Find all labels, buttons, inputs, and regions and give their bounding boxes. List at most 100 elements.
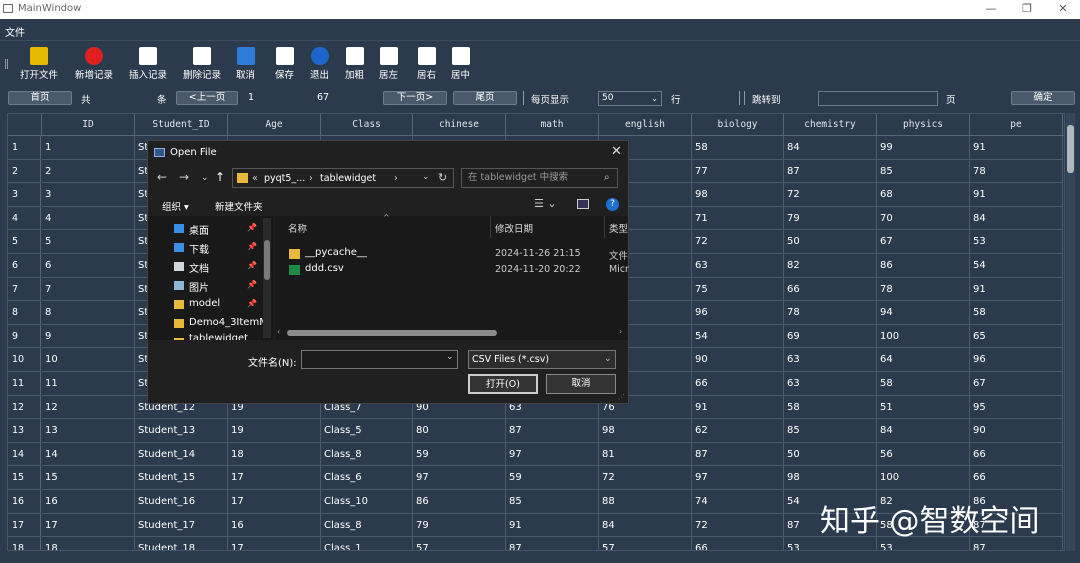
table-cell[interactable]: 79	[784, 206, 877, 231]
table-cell[interactable]: 13	[42, 419, 135, 443]
column-header[interactable]: math	[506, 114, 599, 136]
table-cell[interactable]: 58	[877, 372, 970, 396]
forward-arrow-icon[interactable]: →	[179, 170, 189, 184]
table-cell[interactable]: Student_18	[135, 537, 228, 550]
up-arrow-icon[interactable]: ↑	[215, 170, 225, 184]
confirm-button[interactable]: 确定	[1011, 91, 1075, 105]
toolbar-button-10[interactable]: 居中	[451, 47, 470, 81]
filename-input[interactable]: ⌄	[301, 350, 458, 369]
column-header[interactable]: Class	[321, 114, 413, 136]
table-cell[interactable]: 18	[228, 442, 321, 467]
table-cell[interactable]: 75	[692, 277, 784, 302]
table-cell[interactable]: Class_10	[321, 490, 413, 514]
view-options-icon[interactable]: ☰ ⌄	[534, 197, 557, 210]
toolbar-button-1[interactable]: 新增记录	[75, 47, 113, 81]
table-cell[interactable]: 87	[506, 419, 599, 443]
table-cell[interactable]: 66	[970, 442, 1063, 467]
row-header[interactable]: 6	[8, 254, 41, 278]
close-icon[interactable]: ✕	[611, 144, 622, 159]
table-cell[interactable]: 53	[970, 230, 1063, 254]
column-type[interactable]: 类型	[609, 221, 628, 235]
last-page-button[interactable]: 尾页	[453, 91, 517, 105]
table-cell[interactable]: Student_13	[135, 419, 228, 443]
row-header[interactable]: 14	[8, 442, 41, 467]
table-cell[interactable]: Class_1	[321, 537, 413, 550]
table-cell[interactable]: 95	[970, 395, 1063, 420]
table-cell[interactable]: 77	[692, 159, 784, 184]
table-cell[interactable]: 85	[877, 159, 970, 184]
table-cell[interactable]: 84	[599, 513, 692, 538]
table-cell[interactable]: 50	[784, 442, 877, 467]
resize-grip-icon[interactable]: ⋰	[618, 393, 625, 401]
organize-button[interactable]: 组织 ▾	[162, 199, 189, 213]
table-cell[interactable]: 65	[970, 324, 1063, 349]
table-cell[interactable]: 98	[784, 466, 877, 490]
table-cell[interactable]: 87	[506, 537, 599, 550]
nav-item[interactable]: 图片	[189, 279, 209, 294]
close-icon[interactable]: ✕	[1056, 2, 1070, 16]
nav-item[interactable]: Demo4_3ItemM	[189, 317, 268, 328]
table-cell[interactable]: 78	[877, 277, 970, 302]
table-cell[interactable]: 9	[42, 324, 135, 349]
toolbar-button-4[interactable]: 取消	[236, 47, 255, 81]
column-name[interactable]: 名称	[288, 221, 307, 235]
table-cell[interactable]: 71	[692, 206, 784, 231]
next-page-button[interactable]: 下一页>	[383, 91, 447, 105]
scroll-right-icon[interactable]: ›	[619, 327, 622, 336]
column-header[interactable]: physics	[877, 114, 970, 136]
search-input[interactable]: 在 tablewidget 中搜索 ⌕	[461, 168, 618, 188]
toolbar-button-9[interactable]: 居右	[417, 47, 436, 81]
table-cell[interactable]: 98	[599, 419, 692, 443]
table-cell[interactable]: 59	[506, 466, 599, 490]
nav-item[interactable]: 下载	[189, 241, 209, 256]
table-cell[interactable]: 8	[42, 301, 135, 325]
table-cell[interactable]: Student_14	[135, 442, 228, 467]
table-cell[interactable]: 58	[784, 395, 877, 420]
column-header[interactable]: biology	[692, 114, 784, 136]
toolbar-button-5[interactable]: 保存	[275, 47, 294, 81]
prev-page-button[interactable]: <上一页	[176, 91, 238, 105]
table-cell[interactable]: 5	[42, 230, 135, 254]
table-cell[interactable]: Student_17	[135, 513, 228, 538]
table-cell[interactable]: 85	[506, 490, 599, 514]
table-cell[interactable]: 64	[877, 348, 970, 372]
cancel-button[interactable]: 取消	[546, 374, 616, 394]
chevron-down-icon[interactable]: ⌄	[201, 173, 209, 183]
table-cell[interactable]: 87	[692, 442, 784, 467]
maximize-icon[interactable]: ❐	[1020, 2, 1034, 16]
table-cell[interactable]: 67	[970, 372, 1063, 396]
table-cell[interactable]: 72	[692, 513, 784, 538]
column-header[interactable]: chemistry	[784, 114, 877, 136]
per-page-select[interactable]: 50 ⌄	[598, 91, 662, 106]
toolbar-button-2[interactable]: 插入记录	[129, 47, 167, 81]
table-cell[interactable]: 3	[42, 183, 135, 207]
table-cell[interactable]: 68	[877, 183, 970, 207]
table-cell[interactable]: 90	[692, 348, 784, 372]
table-cell[interactable]: 84	[784, 136, 877, 160]
table-cell[interactable]: 78	[784, 301, 877, 325]
table-cell[interactable]: Class_8	[321, 513, 413, 538]
row-header[interactable]: 15	[8, 466, 41, 490]
table-cell[interactable]: 90	[970, 419, 1063, 443]
row-header[interactable]: 13	[8, 419, 41, 443]
file-row[interactable]: ddd.csv 2024-11-20 20:22 Micr	[275, 262, 629, 278]
open-button[interactable]: 打开(O)	[468, 374, 538, 394]
menu-file[interactable]: 文件	[5, 24, 25, 39]
scrollbar-thumb[interactable]	[287, 330, 497, 336]
row-header[interactable]: 12	[8, 395, 41, 420]
row-header[interactable]: 8	[8, 301, 41, 325]
table-cell[interactable]: 6	[42, 254, 135, 278]
table-cell[interactable]: 100	[877, 324, 970, 349]
table-cell[interactable]: 63	[784, 372, 877, 396]
table-cell[interactable]: 58	[970, 301, 1063, 325]
pin-icon[interactable]: 📌	[247, 242, 257, 251]
table-cell[interactable]: 100	[877, 466, 970, 490]
nav-item[interactable]: model	[189, 298, 220, 309]
table-cell[interactable]: 67	[877, 230, 970, 254]
table-cell[interactable]: 78	[970, 159, 1063, 184]
table-cell[interactable]: 88	[599, 490, 692, 514]
table-cell[interactable]: 12	[42, 395, 135, 420]
row-header[interactable]: 5	[8, 230, 41, 254]
table-cell[interactable]: 2	[42, 159, 135, 184]
table-cell[interactable]: 85	[784, 419, 877, 443]
